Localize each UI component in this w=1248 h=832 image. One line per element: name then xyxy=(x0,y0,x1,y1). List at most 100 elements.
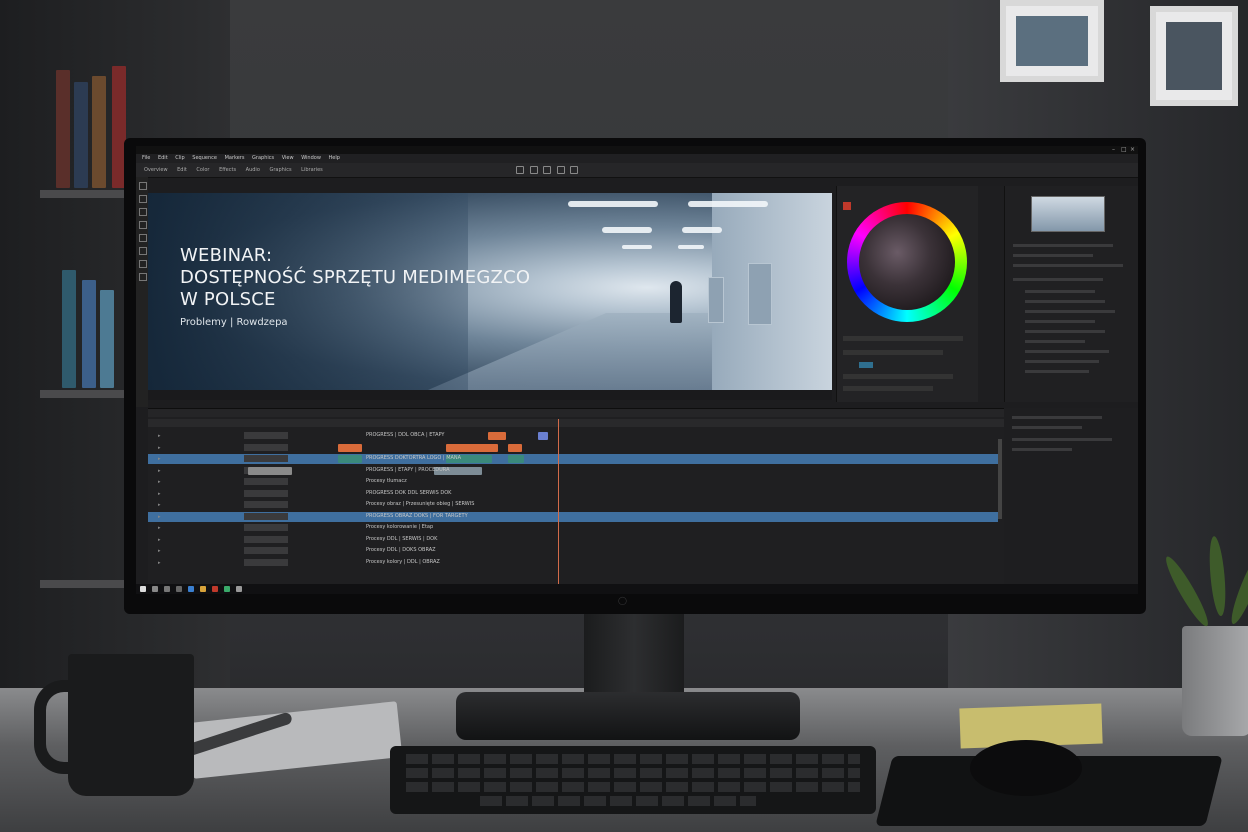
timeline-clip[interactable] xyxy=(248,466,292,475)
panel-row[interactable] xyxy=(1012,448,1072,451)
timeline-clip[interactable] xyxy=(338,443,362,452)
menu-help[interactable]: Help xyxy=(329,155,340,161)
track-toggle-icon[interactable]: ▸ xyxy=(158,491,164,497)
playhead[interactable] xyxy=(558,419,559,585)
timeline-ruler[interactable] xyxy=(148,419,1004,427)
menu-graphics[interactable]: Graphics xyxy=(252,155,274,161)
panel-row[interactable] xyxy=(1025,360,1099,363)
track-toggle-icon[interactable]: ▸ xyxy=(158,468,164,474)
panel-row[interactable] xyxy=(1025,300,1105,303)
track-header[interactable] xyxy=(244,478,288,485)
timeline-track[interactable]: ▸ Procesy kolory | DDL | OBRAZ xyxy=(148,558,998,568)
panel-row[interactable] xyxy=(1025,320,1095,323)
slip-icon[interactable] xyxy=(139,234,147,242)
panel-slider[interactable] xyxy=(843,350,943,355)
timeline-clip[interactable] xyxy=(446,443,498,452)
panel-row[interactable] xyxy=(1025,370,1089,373)
app-icon[interactable] xyxy=(212,586,218,592)
panel-row[interactable] xyxy=(1012,416,1102,419)
panel-slider[interactable] xyxy=(843,386,933,391)
timeline-track[interactable]: ▸ Procesy obraz | Przesunięte obieg | SER… xyxy=(148,500,998,510)
timeline-track[interactable]: ▸ Procesy DDL | SERWIS | DOK xyxy=(148,535,998,545)
panel-row[interactable] xyxy=(1012,426,1082,429)
panel-row[interactable] xyxy=(1025,340,1085,343)
timeline-track[interactable]: ▸ PROGRESS | DDL OBCA | ETAPY xyxy=(148,431,998,441)
menu-markers[interactable]: Markers xyxy=(225,155,245,161)
start-icon[interactable] xyxy=(140,586,146,592)
workspace-tab[interactable]: Graphics xyxy=(269,167,291,173)
panel-row[interactable] xyxy=(1013,278,1103,281)
timeline-clip[interactable] xyxy=(508,443,522,452)
maximize-icon[interactable]: □ xyxy=(1121,147,1127,153)
panel-row[interactable] xyxy=(1013,244,1113,247)
panel-row[interactable] xyxy=(1025,330,1105,333)
close-icon[interactable]: × xyxy=(1130,147,1136,153)
workspace-tab[interactable]: Edit xyxy=(177,167,187,173)
timeline-clip[interactable] xyxy=(508,455,524,463)
hand-icon[interactable] xyxy=(139,260,147,268)
ripple-icon[interactable] xyxy=(139,208,147,216)
timeline-track[interactable]: ▸ xyxy=(148,443,998,453)
panel-row[interactable] xyxy=(1025,310,1115,313)
color-wheel[interactable] xyxy=(847,202,967,322)
razor-icon[interactable] xyxy=(139,221,147,229)
select-tool-icon[interactable] xyxy=(516,166,524,174)
timeline-track[interactable]: ▸ PROGRESS OBRAZ DOKS | FOR TARGETY xyxy=(148,511,998,522)
workspace-tab[interactable]: Audio xyxy=(246,167,260,173)
app-icon[interactable] xyxy=(236,586,242,592)
menu-file[interactable]: File xyxy=(142,155,150,161)
track-header[interactable] xyxy=(244,558,288,566)
panel-row[interactable] xyxy=(1013,264,1123,267)
hand-tool-icon[interactable] xyxy=(543,166,552,174)
timeline-track[interactable]: ▸ PROGRESS DOKTORTRA LOGO | MANA xyxy=(148,454,998,464)
text-tool-icon[interactable] xyxy=(570,166,579,174)
timeline-track[interactable]: ▸ PROGRESS DOK DDL SERWIS DOK xyxy=(148,489,998,499)
panel-slider[interactable] xyxy=(843,374,953,379)
workspace-tab[interactable]: Overview xyxy=(144,167,168,173)
pen-icon[interactable] xyxy=(139,247,147,255)
track-toggle-icon[interactable]: ▸ xyxy=(158,445,164,451)
track-toggle-icon[interactable]: ▸ xyxy=(158,525,164,531)
app-icon[interactable] xyxy=(188,586,194,592)
track-toggle-icon[interactable]: ▸ xyxy=(158,537,164,543)
zoom-tool-icon[interactable] xyxy=(556,166,565,174)
track-header[interactable] xyxy=(244,547,288,554)
track-select-icon[interactable] xyxy=(139,195,147,203)
timeline-track[interactable]: ▸ Procesy tlumacz xyxy=(148,477,998,487)
workspace-tab[interactable]: Effects xyxy=(219,167,236,173)
track-toggle-icon[interactable]: ▸ xyxy=(158,560,164,566)
track-header[interactable] xyxy=(244,489,288,497)
panel-row[interactable] xyxy=(1012,438,1112,441)
timeline-clip[interactable] xyxy=(488,432,506,440)
timeline-track[interactable]: ▸ Procesy DDL | DOKS OBRAZ xyxy=(148,546,998,556)
track-toggle-icon[interactable]: ▸ xyxy=(158,514,164,520)
timeline-track[interactable]: ▸ Procesy kolorowanie | Etap xyxy=(148,523,998,533)
razor-tool-icon[interactable] xyxy=(529,166,538,174)
panel-slider[interactable] xyxy=(843,336,963,341)
panel-row[interactable] xyxy=(1025,350,1109,353)
timeline-track[interactable]: ▸ PROGRESS | ETAPY | PROCEDURA xyxy=(148,466,998,476)
menu-sequence[interactable]: Sequence xyxy=(192,155,217,161)
search-icon[interactable] xyxy=(152,586,158,592)
app-icon[interactable] xyxy=(164,586,170,592)
track-toggle-icon[interactable]: ▸ xyxy=(158,502,164,508)
track-header[interactable] xyxy=(244,512,288,520)
timeline-clip[interactable] xyxy=(538,432,548,440)
workspace-tab[interactable]: Libraries xyxy=(301,167,323,173)
track-header[interactable] xyxy=(244,443,288,451)
track-toggle-icon[interactable]: ▸ xyxy=(158,548,164,554)
workspace-tab[interactable]: Color xyxy=(196,167,209,173)
track-toggle-icon[interactable]: ▸ xyxy=(158,433,164,439)
panel-row[interactable] xyxy=(1025,290,1095,293)
app-icon[interactable] xyxy=(224,586,230,592)
program-monitor[interactable]: WEBINAR: DOSTĘPNOŚĆ SPRZĘTU MEDIMEGZCO W… xyxy=(148,193,832,390)
track-header[interactable] xyxy=(244,535,288,543)
track-header[interactable] xyxy=(244,501,288,508)
menu-window[interactable]: Window xyxy=(301,155,321,161)
app-icon[interactable] xyxy=(200,586,206,592)
app-icon[interactable] xyxy=(176,586,182,592)
media-thumbnail[interactable] xyxy=(1031,196,1105,232)
timeline-scrollbar[interactable] xyxy=(998,439,1002,519)
track-header[interactable] xyxy=(244,455,288,462)
selection-icon[interactable] xyxy=(139,182,147,190)
